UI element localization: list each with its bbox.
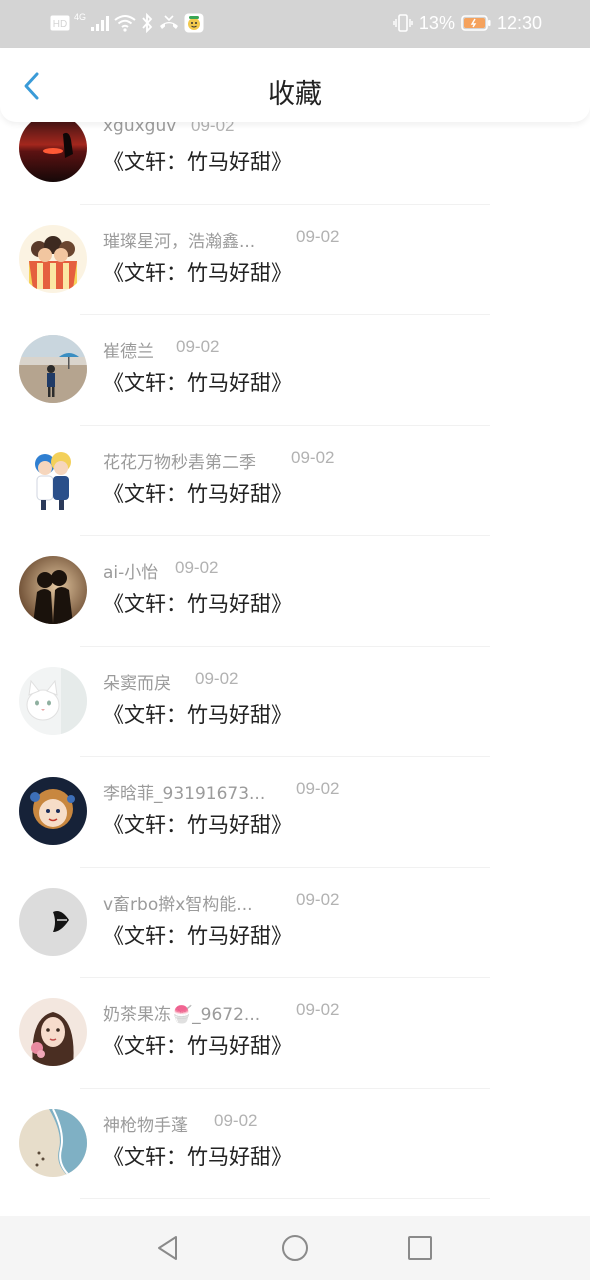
triangle-back-icon [158,1236,177,1260]
shoreline-avatar [19,1108,87,1177]
status-icons-right: 13% 12:30 [393,12,542,34]
avatar[interactable] [19,887,87,956]
circle-home-icon [282,1235,308,1261]
item-date: 09-02 [296,889,340,909]
avatar[interactable] [19,777,87,845]
avatar[interactable] [19,556,87,624]
page-title: 收藏 [268,79,322,110]
list-item[interactable]: 神枪物手蓬 09-02 《文轩：竹马好甜》 [0,1089,590,1199]
item-date: 09-02 [191,122,235,135]
anime-boy-avatar [19,777,87,845]
item-meta: 朵窦而戾 09-02 [103,668,563,694]
favorites-list-content: xguxguv 09-02 《文轩：竹马好甜》 璀璨星河，浩瀚鑫... 09-0… [0,122,590,1199]
battery-icon [461,12,491,34]
item-title[interactable]: 《文轩：竹马好甜》 [103,257,292,287]
avatar[interactable] [19,998,87,1066]
item-title[interactable]: 《文轩：竹马好甜》 [103,1141,292,1171]
avatar[interactable] [19,666,87,735]
missed-call-icon [158,12,180,34]
item-title[interactable]: 《文轩：竹马好甜》 [103,588,292,618]
avatar[interactable] [19,445,87,514]
list-item[interactable]: 璀璨星河，浩瀚鑫... 09-02 《文轩：竹马好甜》 [0,205,590,315]
nav-recents-button[interactable] [404,1232,436,1264]
app-header: 收藏 [0,48,590,122]
avatar[interactable] [19,335,87,403]
bluetooth-icon [140,12,154,34]
user-name[interactable]: 璀璨星河，浩瀚鑫... [103,227,255,252]
list-item[interactable]: 奶茶果冻🍧_9672... 09-02 《文轩：竹马好甜》 [0,978,590,1089]
item-title[interactable]: 《文轩：竹马好甜》 [103,367,292,397]
list-item[interactable]: 花花万物秒砉第二季 09-02 《文轩：竹马好甜》 [0,426,590,536]
item-title[interactable]: 《文轩：竹马好甜》 [103,146,292,176]
list-item[interactable]: 朵窦而戾 09-02 《文轩：竹马好甜》 [0,647,590,757]
item-date: 09-02 [296,1000,340,1019]
cartoon-group-avatar [19,224,87,293]
item-meta: 李晗菲_93191673... 09-02 [103,779,563,804]
user-name[interactable]: xguxguv [103,122,176,136]
status-icons-left: HD 4G [50,12,204,34]
beach-photo-avatar [19,335,87,403]
avatar[interactable] [19,224,87,293]
status-bar: HD 4G 13% 12:30 [0,0,590,48]
wifi-icon [114,12,136,34]
item-meta: 崔德兰 09-02 [103,337,563,362]
vibrate-icon [393,12,413,34]
nav-back-button[interactable] [152,1232,184,1264]
item-title[interactable]: 《文轩：竹马好甜》 [103,699,292,729]
network-type-label: 4G [74,12,87,22]
user-name[interactable]: 神枪物手蓬 [103,1111,188,1136]
divider [80,1198,490,1199]
clock: 12:30 [496,12,542,33]
illustrated-girl-avatar [19,998,87,1066]
sunset-silhouette-avatar [19,122,87,182]
avatar[interactable] [19,122,87,182]
list-item[interactable]: v畜rbo擀x智构能... 09-02 《文轩：竹马好甜》 [0,868,590,978]
item-meta: v畜rbo擀x智构能... 09-02 [103,889,563,915]
favorites-list[interactable]: xguxguv 09-02 《文轩：竹马好甜》 璀璨星河，浩瀚鑫... 09-0… [0,122,590,1216]
white-cat-avatar [19,666,87,735]
item-title[interactable]: 《文轩：竹马好甜》 [103,920,292,950]
item-meta: 璀璨星河，浩瀚鑫... 09-02 [103,226,563,252]
battery-percent: 13% [418,12,455,33]
list-item[interactable]: ai-小怡 09-02 《文轩：竹马好甜》 [0,536,590,647]
nav-home-button[interactable] [279,1232,311,1264]
item-date: 09-02 [195,668,239,688]
system-nav-bar [0,1216,590,1280]
item-date: 09-02 [175,558,219,577]
lips-avatar [19,887,87,956]
item-title[interactable]: 《文轩：竹马好甜》 [103,478,292,508]
list-item[interactable]: 李晗菲_93191673... 09-02 《文轩：竹马好甜》 [0,757,590,868]
app-notification-icon [184,12,204,34]
item-date: 09-02 [291,447,335,467]
item-title[interactable]: 《文轩：竹马好甜》 [103,809,292,839]
item-meta: 花花万物秒砉第二季 09-02 [103,447,563,473]
item-meta: ai-小怡 09-02 [103,558,563,583]
item-meta: 神枪物手蓬 09-02 [103,1110,563,1136]
item-date: 09-02 [214,1110,258,1130]
user-name[interactable]: 崔德兰 [103,337,154,362]
hd-badge: HD [50,12,70,34]
signal-icon [90,12,110,34]
user-name[interactable]: 花花万物秒砉第二季 [103,448,256,473]
item-date: 09-02 [296,226,340,246]
couple-silhouette-avatar [19,556,87,624]
user-name[interactable]: 朵窦而戾 [103,669,171,694]
svg-text:HD: HD [53,19,67,30]
anime-characters-avatar [19,445,87,514]
user-name[interactable]: ai-小怡 [103,558,158,583]
item-date: 09-02 [296,779,340,798]
avatar[interactable] [19,1108,87,1177]
list-item[interactable]: xguxguv 09-02 《文轩：竹马好甜》 [0,122,590,205]
item-meta: 奶茶果冻🍧_9672... 09-02 [103,1000,563,1025]
item-title[interactable]: 《文轩：竹马好甜》 [103,1030,292,1060]
user-name[interactable]: v畜rbo擀x智构能... [103,890,253,915]
user-name[interactable]: 李晗菲_93191673... [103,779,265,804]
user-name[interactable]: 奶茶果冻🍧_9672... [103,1000,260,1025]
square-recents-icon [408,1236,432,1260]
list-item[interactable]: 崔德兰 09-02 《文轩：竹马好甜》 [0,315,590,426]
item-date: 09-02 [176,337,220,356]
item-meta: xguxguv 09-02 [103,122,563,140]
